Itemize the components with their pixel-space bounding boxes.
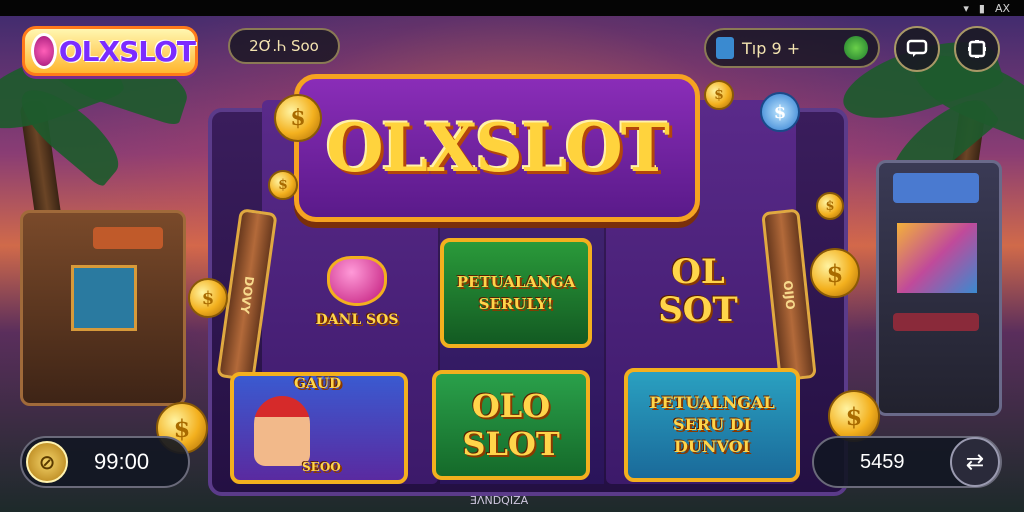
reel-card-1[interactable]: DANL SOS (286, 238, 428, 346)
status-text: AX (994, 1, 1010, 15)
coin-icon: $ (274, 94, 322, 142)
tip-pill[interactable]: Tıp 9 + (704, 28, 880, 68)
balance-pill[interactable]: 2Ơ.Ꮒ Soo (228, 28, 340, 64)
reel-card-3-title: OL SOT (658, 252, 738, 330)
title-banner-text: OLXSLOT (326, 109, 670, 187)
timer-pill[interactable]: ⊘ 99:00 (20, 436, 190, 488)
reel-card-2-title: PETUALANGA SERULY! (456, 273, 576, 313)
signal-icon: ▾ (963, 1, 969, 15)
gem-icon (327, 256, 387, 306)
title-banner: OLXSLOT (294, 74, 700, 222)
reel-card-6-title: PETUALNGAL SERU DI DUNVOI (649, 393, 775, 456)
status-bar: ▾ ▮ AX (0, 0, 1024, 16)
no-sound-icon[interactable]: ⊘ (26, 441, 68, 483)
swap-icon[interactable]: ⇄ (950, 437, 1000, 487)
score-value: 5459 (860, 450, 905, 473)
coin-icon: $ (188, 278, 228, 318)
reel-card-4[interactable]: GAUD SEOO (230, 372, 408, 484)
reel-card-6[interactable]: PETUALNGAL SERU DI DUNVOI (624, 368, 800, 482)
reel-card-2[interactable]: PETUALANGA SERULY! (440, 238, 592, 348)
reel-card-4-title: GAUD (294, 376, 342, 392)
reel-card-3[interactable]: OL SOT (628, 236, 768, 346)
logo-text: OLXSLOT (58, 34, 196, 68)
reel-card-4-subtitle: SEOO (302, 460, 341, 474)
arcade-machine-right (876, 160, 1002, 416)
miner-icon (254, 396, 310, 466)
game-scene: ▾ ▮ AX OLXSLOT 2Ơ.Ꮒ Soo Tıp 9 + DOVY OIJ… (0, 0, 1024, 512)
pillar-left-text: DOVY (237, 275, 257, 315)
timer-value: 99:00 (94, 449, 150, 474)
coin-icon: $ (268, 170, 298, 200)
chat-icon (906, 39, 928, 57)
coin-icon: $ (704, 80, 734, 110)
arcade-machine-left (20, 210, 186, 406)
reel-card-5-title: OLO SLOT (462, 387, 560, 463)
tip-label: Tıp 9 + (742, 38, 801, 58)
reel-card-1-title: DANL SOS (315, 312, 399, 328)
pillar-right-text: OIJO (780, 279, 798, 311)
coin-icon: $ (760, 92, 800, 132)
reel-card-5[interactable]: OLO SLOT (432, 370, 590, 480)
coin-icon: $ (828, 390, 880, 442)
gem-icon (844, 36, 868, 60)
logo-emblem-icon (31, 33, 57, 69)
gear-icon (968, 40, 986, 58)
chat-button[interactable] (894, 26, 940, 72)
ticket-icon (716, 37, 734, 59)
balance-pill-text: 2Ơ.Ꮒ Soo (249, 37, 319, 55)
settings-button[interactable] (954, 26, 1000, 72)
footer-text: ƎΛNDQIZA (470, 494, 529, 507)
score-pill[interactable]: 5459 ⇄ (812, 436, 1002, 488)
brand-logo[interactable]: OLXSLOT (22, 26, 198, 76)
battery-icon: ▮ (978, 1, 985, 15)
coin-icon: $ (810, 248, 860, 298)
coin-icon: $ (816, 192, 844, 220)
